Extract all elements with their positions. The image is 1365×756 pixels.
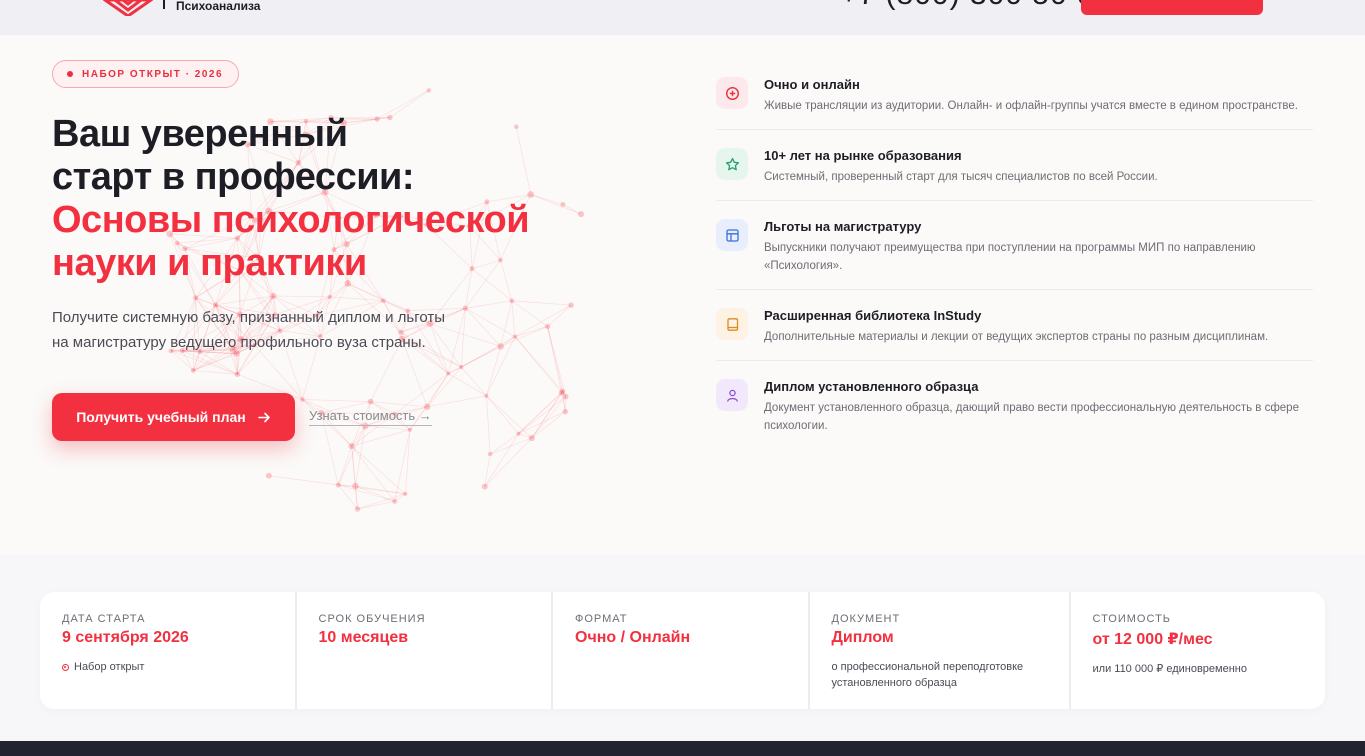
program-stats: ДАТА СТАРТА 9 сентября 2026 Набор открыт… <box>40 592 1325 709</box>
title-line-3: Основы психологической <box>52 199 530 241</box>
feature-item: Очно и онлайн Живые трансляции из аудито… <box>716 73 1313 130</box>
stat-value: Диплом <box>831 629 894 646</box>
get-study-plan-label: Получить учебный план <box>76 409 246 425</box>
stat-label: СТОИМОСТЬ <box>1092 613 1172 625</box>
feature-item: Льготы на магистратуру Выпускники получа… <box>716 215 1313 290</box>
stat-value: 10 месяцев <box>318 629 409 646</box>
title-line-2: старт в профессии: <box>52 156 415 198</box>
arrow-right-icon <box>257 412 270 422</box>
stat-label: ДАТА СТАРТА <box>62 613 146 625</box>
feature-text: Дополнительные материалы и лекции от вед… <box>764 331 1269 343</box>
stat-value: 9 сентября 2026 <box>62 629 189 646</box>
status-dot-icon <box>62 663 69 671</box>
feature-text: Живые трансляции из аудитории. Онлайн- и… <box>764 100 1298 112</box>
hero-subtitle: Получите системную базу, признанный дипл… <box>52 305 472 355</box>
stat-note-text: Набор открыт <box>74 661 145 673</box>
stat-note: о профессиональной переподготовке устано… <box>831 661 1024 689</box>
stat-value: от 12 000 ₽/мес <box>1092 631 1213 648</box>
layout-icon <box>716 219 748 251</box>
subtitle-line-2: на магистратуру ведущего профильного вуз… <box>52 334 426 351</box>
stat-label: ДОКУМЕНТ <box>831 613 901 625</box>
feature-title: Очно и онлайн <box>764 77 860 92</box>
feature-item: Диплом установленного образца Документ у… <box>716 375 1313 449</box>
feature-title: Диплом установленного образца <box>764 379 979 394</box>
get-study-plan-button[interactable]: Получить учебный план <box>52 393 295 441</box>
hero-title: Ваш уверенный старт в профессии: Основы … <box>52 113 530 285</box>
subtitle-line-1: Получите системную базу, признанный дипл… <box>52 309 446 326</box>
stat-value: Очно / Онлайн <box>575 629 691 646</box>
feature-text: Документ установленного образца, дающий … <box>764 402 1299 432</box>
hero-section: НАБОР ОТКРЫТ · 2026 Ваш уверенный старт … <box>0 35 1365 555</box>
feature-text: Системный, проверенный старт для тысяч с… <box>764 171 1158 183</box>
stat-duration: СРОК ОБУЧЕНИЯ 10 месяцев <box>297 592 553 709</box>
stat-note: Набор открыт <box>62 659 273 675</box>
stat-label: СРОК ОБУЧЕНИЯ <box>318 613 426 625</box>
stat-price: СТОИМОСТЬ от 12 000 ₽/мес или 110 000 ₽ … <box>1071 592 1326 709</box>
feature-item: Расширенная библиотека InStudy Дополните… <box>716 304 1313 361</box>
user-icon <box>716 379 748 411</box>
feature-title: 10+ лет на рынке образования <box>764 148 962 163</box>
star-icon <box>716 148 748 180</box>
badge-dot-icon <box>67 71 73 77</box>
title-line-4: науки и практики <box>52 242 367 284</box>
header-cta-button[interactable] <box>1081 0 1263 15</box>
site-header: Психоанализа +7 (800) 300 50 94 <box>0 0 1365 35</box>
badge-text: НАБОР ОТКРЫТ · 2026 <box>82 68 224 80</box>
title-line-1: Ваш уверенный <box>52 113 348 155</box>
logo-icon[interactable] <box>103 0 153 16</box>
features-list: Очно и онлайн Живые трансляции из аудито… <box>716 73 1313 463</box>
feature-title: Льготы на магистратуру <box>764 219 922 234</box>
stat-start-date: ДАТА СТАРТА 9 сентября 2026 Набор открыт <box>40 592 297 709</box>
stat-label: ФОРМАТ <box>575 613 628 625</box>
plus-circle-icon <box>716 77 748 109</box>
footer-bar <box>0 741 1365 756</box>
feature-item: 10+ лет на рынке образования Системный, … <box>716 144 1313 201</box>
stat-format: ФОРМАТ Очно / Онлайн <box>553 592 810 709</box>
book-icon <box>716 308 748 340</box>
feature-text: Выпускники получают преимущества при пос… <box>764 242 1256 272</box>
stat-document: ДОКУМЕНТ Диплом о профессиональной переп… <box>810 592 1071 709</box>
logo-divider <box>163 0 165 9</box>
logo-text: Психоанализа <box>176 0 261 13</box>
enrollment-badge: НАБОР ОТКРЫТ · 2026 <box>52 60 240 88</box>
phone-number[interactable]: +7 (800) 300 50 94 <box>840 0 1112 12</box>
feature-title: Расширенная библиотека InStudy <box>764 308 982 323</box>
stat-note: или 110 000 ₽ единовременно <box>1092 663 1247 675</box>
check-price-link[interactable]: Узнать стоимость → <box>309 408 432 426</box>
